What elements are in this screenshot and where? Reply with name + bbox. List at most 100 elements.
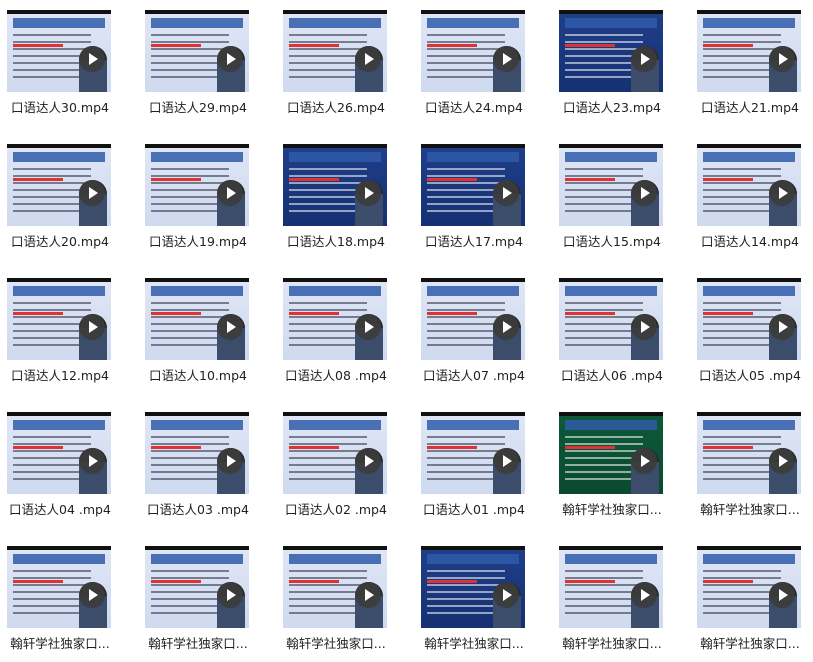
play-icon[interactable] bbox=[493, 46, 519, 72]
file-tile[interactable]: 口语达人29.mp4 bbox=[138, 0, 258, 118]
video-thumbnail[interactable] bbox=[697, 144, 801, 226]
video-thumbnail[interactable] bbox=[559, 278, 663, 360]
play-icon[interactable] bbox=[79, 582, 105, 608]
play-icon[interactable] bbox=[631, 46, 657, 72]
file-name[interactable]: 口语达人23.mp4 bbox=[552, 97, 672, 116]
play-icon[interactable] bbox=[217, 448, 243, 474]
video-thumbnail[interactable] bbox=[145, 278, 249, 360]
file-tile[interactable]: 翰轩学社独家口... bbox=[0, 536, 120, 654]
play-icon[interactable] bbox=[79, 314, 105, 340]
file-name[interactable]: 口语达人29.mp4 bbox=[138, 97, 258, 116]
file-tile[interactable]: 口语达人10.mp4 bbox=[138, 268, 258, 386]
video-thumbnail[interactable] bbox=[559, 10, 663, 92]
file-tile[interactable]: 口语达人05 .mp4 bbox=[690, 268, 810, 386]
play-icon[interactable] bbox=[631, 180, 657, 206]
file-name[interactable]: 口语达人14.mp4 bbox=[690, 231, 810, 250]
file-tile[interactable]: 翰轩学社独家口... bbox=[690, 402, 810, 520]
play-icon[interactable] bbox=[217, 180, 243, 206]
file-tile[interactable]: 口语达人01 .mp4 bbox=[414, 402, 534, 520]
video-thumbnail[interactable] bbox=[697, 10, 801, 92]
play-icon[interactable] bbox=[79, 180, 105, 206]
video-thumbnail[interactable] bbox=[145, 412, 249, 494]
file-name[interactable]: 翰轩学社独家口... bbox=[414, 633, 534, 652]
file-tile[interactable]: 口语达人18.mp4 bbox=[276, 134, 396, 252]
play-icon[interactable] bbox=[631, 448, 657, 474]
video-thumbnail[interactable] bbox=[7, 278, 111, 360]
file-name[interactable]: 口语达人24.mp4 bbox=[414, 97, 534, 116]
file-name[interactable]: 口语达人02 .mp4 bbox=[276, 499, 396, 518]
play-icon[interactable] bbox=[493, 582, 519, 608]
play-icon[interactable] bbox=[355, 46, 381, 72]
video-thumbnail[interactable] bbox=[283, 10, 387, 92]
file-name[interactable]: 口语达人26.mp4 bbox=[276, 97, 396, 116]
video-thumbnail[interactable] bbox=[559, 546, 663, 628]
file-tile[interactable]: 翰轩学社独家口... bbox=[414, 536, 534, 654]
video-thumbnail[interactable] bbox=[145, 10, 249, 92]
video-thumbnail[interactable] bbox=[7, 546, 111, 628]
play-icon[interactable] bbox=[79, 448, 105, 474]
file-tile[interactable]: 口语达人15.mp4 bbox=[552, 134, 672, 252]
video-thumbnail[interactable] bbox=[421, 412, 525, 494]
file-name[interactable]: 口语达人07 .mp4 bbox=[414, 365, 534, 384]
play-icon[interactable] bbox=[355, 448, 381, 474]
file-name[interactable]: 口语达人10.mp4 bbox=[138, 365, 258, 384]
file-tile[interactable]: 翰轩学社独家口... bbox=[690, 536, 810, 654]
file-tile[interactable]: 翰轩学社独家口... bbox=[552, 402, 672, 520]
file-name[interactable]: 口语达人06 .mp4 bbox=[552, 365, 672, 384]
video-thumbnail[interactable] bbox=[559, 144, 663, 226]
file-tile[interactable]: 口语达人02 .mp4 bbox=[276, 402, 396, 520]
play-icon[interactable] bbox=[493, 448, 519, 474]
file-tile[interactable]: 口语达人17.mp4 bbox=[414, 134, 534, 252]
file-tile[interactable]: 口语达人04 .mp4 bbox=[0, 402, 120, 520]
play-icon[interactable] bbox=[355, 180, 381, 206]
video-thumbnail[interactable] bbox=[559, 412, 663, 494]
file-name[interactable]: 翰轩学社独家口... bbox=[690, 633, 810, 652]
video-thumbnail[interactable] bbox=[7, 10, 111, 92]
play-icon[interactable] bbox=[769, 180, 795, 206]
play-icon[interactable] bbox=[355, 582, 381, 608]
file-tile[interactable]: 翰轩学社独家口... bbox=[138, 536, 258, 654]
file-name[interactable]: 口语达人15.mp4 bbox=[552, 231, 672, 250]
video-thumbnail[interactable] bbox=[283, 278, 387, 360]
video-thumbnail[interactable] bbox=[283, 412, 387, 494]
file-tile[interactable]: 翰轩学社独家口... bbox=[552, 536, 672, 654]
play-icon[interactable] bbox=[217, 46, 243, 72]
video-thumbnail[interactable] bbox=[145, 144, 249, 226]
play-icon[interactable] bbox=[631, 582, 657, 608]
play-icon[interactable] bbox=[79, 46, 105, 72]
play-icon[interactable] bbox=[217, 582, 243, 608]
file-tile[interactable]: 口语达人08 .mp4 bbox=[276, 268, 396, 386]
video-thumbnail[interactable] bbox=[283, 144, 387, 226]
file-name[interactable]: 翰轩学社独家口... bbox=[690, 499, 810, 518]
play-icon[interactable] bbox=[217, 314, 243, 340]
video-thumbnail[interactable] bbox=[283, 546, 387, 628]
file-name[interactable]: 翰轩学社独家口... bbox=[552, 633, 672, 652]
file-tile[interactable]: 口语达人23.mp4 bbox=[552, 0, 672, 118]
file-tile[interactable]: 口语达人07 .mp4 bbox=[414, 268, 534, 386]
file-name[interactable]: 口语达人03 .mp4 bbox=[138, 499, 258, 518]
file-tile[interactable]: 口语达人19.mp4 bbox=[138, 134, 258, 252]
play-icon[interactable] bbox=[493, 180, 519, 206]
file-tile[interactable]: 口语达人24.mp4 bbox=[414, 0, 534, 118]
video-thumbnail[interactable] bbox=[697, 546, 801, 628]
file-name[interactable]: 口语达人19.mp4 bbox=[138, 231, 258, 250]
video-thumbnail[interactable] bbox=[421, 144, 525, 226]
file-name[interactable]: 翰轩学社独家口... bbox=[276, 633, 396, 652]
file-name[interactable]: 口语达人21.mp4 bbox=[690, 97, 810, 116]
video-thumbnail[interactable] bbox=[697, 278, 801, 360]
play-icon[interactable] bbox=[355, 314, 381, 340]
file-tile[interactable]: 口语达人26.mp4 bbox=[276, 0, 396, 118]
file-name[interactable]: 口语达人05 .mp4 bbox=[690, 365, 810, 384]
file-name[interactable]: 口语达人12.mp4 bbox=[0, 365, 120, 384]
file-tile[interactable]: 口语达人20.mp4 bbox=[0, 134, 120, 252]
video-thumbnail[interactable] bbox=[145, 546, 249, 628]
file-tile[interactable]: 口语达人30.mp4 bbox=[0, 0, 120, 118]
video-thumbnail[interactable] bbox=[7, 144, 111, 226]
play-icon[interactable] bbox=[631, 314, 657, 340]
video-thumbnail[interactable] bbox=[7, 412, 111, 494]
play-icon[interactable] bbox=[769, 46, 795, 72]
file-name[interactable]: 翰轩学社独家口... bbox=[138, 633, 258, 652]
file-name[interactable]: 口语达人30.mp4 bbox=[0, 97, 120, 116]
play-icon[interactable] bbox=[493, 314, 519, 340]
file-tile[interactable]: 口语达人12.mp4 bbox=[0, 268, 120, 386]
